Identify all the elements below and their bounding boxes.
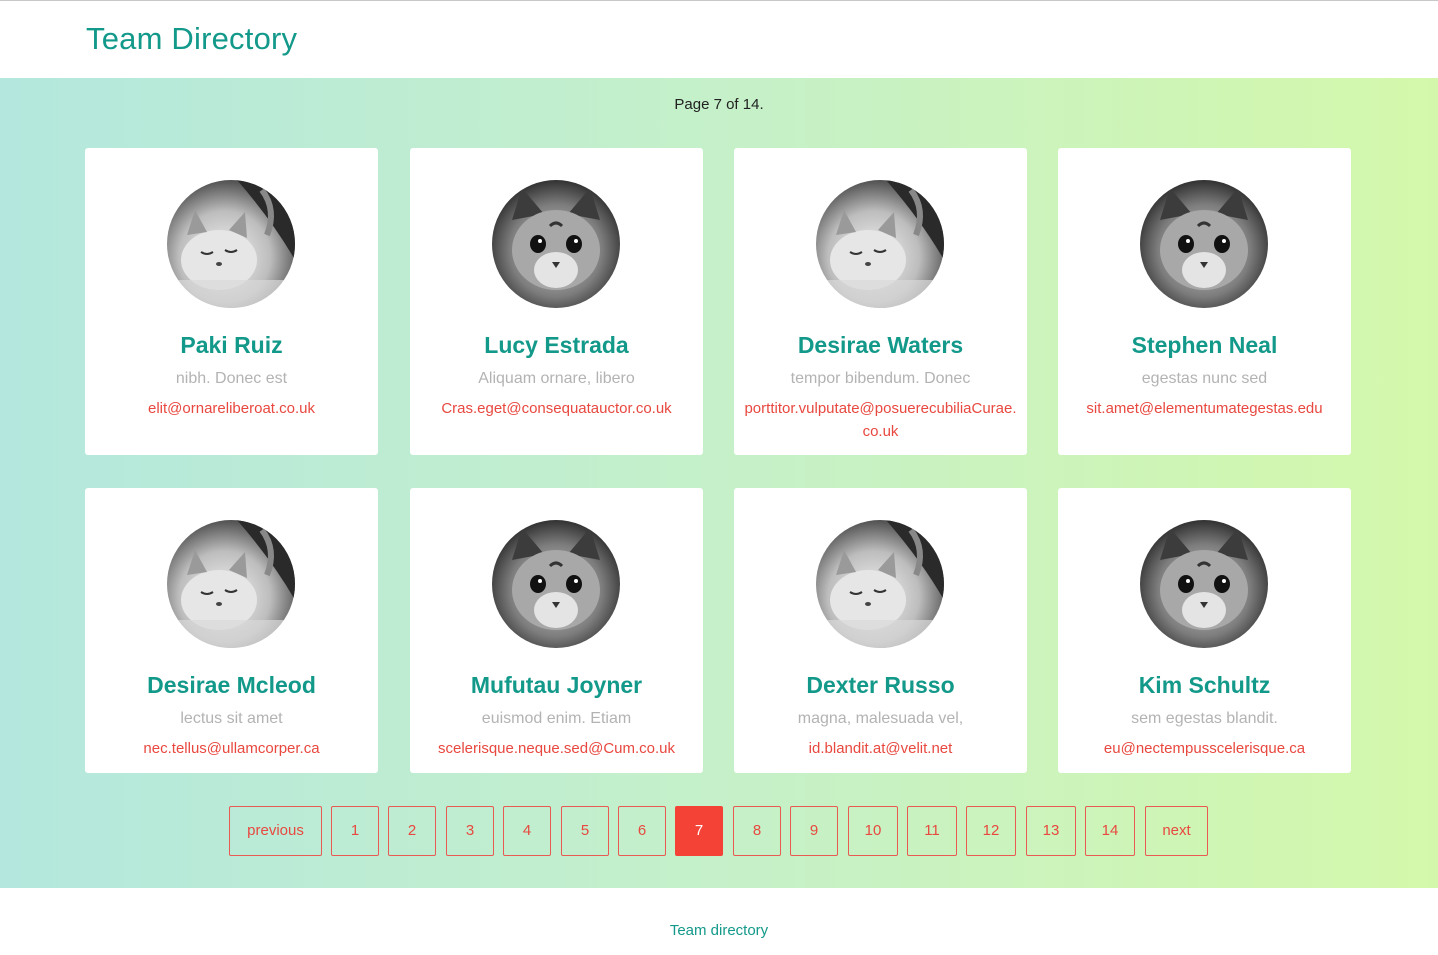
page-12-button[interactable]: 12 [966,806,1016,856]
page-9-button[interactable]: 9 [790,806,838,856]
footer-link[interactable]: Team directory [0,922,1438,939]
avatar [1140,520,1268,648]
page-10-button[interactable]: 10 [848,806,898,856]
next-page-button[interactable]: next [1145,806,1208,856]
member-name: Kim Schultz [1138,672,1271,698]
footer: Team directory [0,888,1438,955]
member-role: magna, malesuada vel, [797,710,964,727]
header: Team Directory [0,0,1438,78]
avatar [816,520,944,648]
page-info: Page 7 of 14. [674,96,764,113]
member-email-link[interactable]: scelerisque.neque.sed@Cum.co.uk [420,737,693,760]
member-name: Dexter Russo [806,672,955,698]
member-email-link[interactable]: porttitor.vulputate@posuerecubiliaCurae.… [744,397,1017,443]
main-content: Page 7 of 14. Paki Ruiz nibh. Donec est el… [0,78,1438,888]
previous-page-button[interactable]: previous [229,806,322,856]
member-card: Dexter Russo magna, malesuada vel, id.blan… [734,488,1027,773]
avatar [1140,180,1268,308]
avatar [816,180,944,308]
member-email-link[interactable]: elit@ornareliberoat.co.uk [95,397,368,420]
page-11-button[interactable]: 11 [907,806,957,856]
member-role: sem egestas blandit. [1131,710,1278,727]
avatar [492,520,620,648]
page-7-button[interactable]: 7 [675,806,723,856]
member-card: Stephen Neal egestas nunc sed sit.amet@ele… [1058,148,1351,455]
page-title: Team Directory [86,21,298,56]
member-card: Desirae Mcleod lectus sit amet nec.tellus@… [85,488,378,773]
page-1-button[interactable]: 1 [331,806,379,856]
member-name: Mufutau Joyner [470,672,643,698]
page-14-button[interactable]: 14 [1085,806,1135,856]
page-13-button[interactable]: 13 [1026,806,1076,856]
member-role: egestas nunc sed [1141,370,1268,387]
member-card: Paki Ruiz nibh. Donec est elit@ornareliber… [85,148,378,455]
member-role: Aliquam ornare, libero [478,370,635,387]
member-role: euismod enim. Etiam [481,710,632,727]
page-6-button[interactable]: 6 [618,806,666,856]
avatar [492,180,620,308]
avatar [167,180,295,308]
member-email-link[interactable]: id.blandit.at@velit.net [744,737,1017,760]
member-name: Desirae Waters [797,332,964,358]
member-email-link[interactable]: nec.tellus@ullamcorper.ca [95,737,368,760]
member-role: nibh. Donec est [175,370,288,387]
member-role: tempor bibendum. Donec [790,370,971,387]
member-role: lectus sit amet [180,710,283,727]
member-name: Desirae Mcleod [147,672,316,698]
pagination: previous 1 2 3 4 5 6 7 8 9 10 11 12 13 14 next [0,806,1438,856]
page-2-button[interactable]: 2 [388,806,436,856]
member-email-link[interactable]: eu@nectempusscelerisque.ca [1068,737,1341,760]
page-8-button[interactable]: 8 [733,806,781,856]
page-5-button[interactable]: 5 [561,806,609,856]
member-card: Kim Schultz sem egestas blandit. eu@nectem… [1058,488,1351,773]
member-email-link[interactable]: Cras.eget@consequatauctor.co.uk [420,397,693,420]
avatar [167,520,295,648]
member-name: Lucy Estrada [484,332,629,358]
member-name: Stephen Neal [1131,332,1278,358]
member-name: Paki Ruiz [180,332,283,358]
member-card: Desirae Waters tempor bibendum. Donec port… [734,148,1027,455]
member-email-link[interactable]: sit.amet@elementumategestas.edu [1068,397,1341,420]
page-4-button[interactable]: 4 [503,806,551,856]
member-card: Mufutau Joyner euismod enim. Etiam sceleri… [410,488,703,773]
member-card: Lucy Estrada Aliquam ornare, libero Cras.e… [410,148,703,455]
page-3-button[interactable]: 3 [446,806,494,856]
